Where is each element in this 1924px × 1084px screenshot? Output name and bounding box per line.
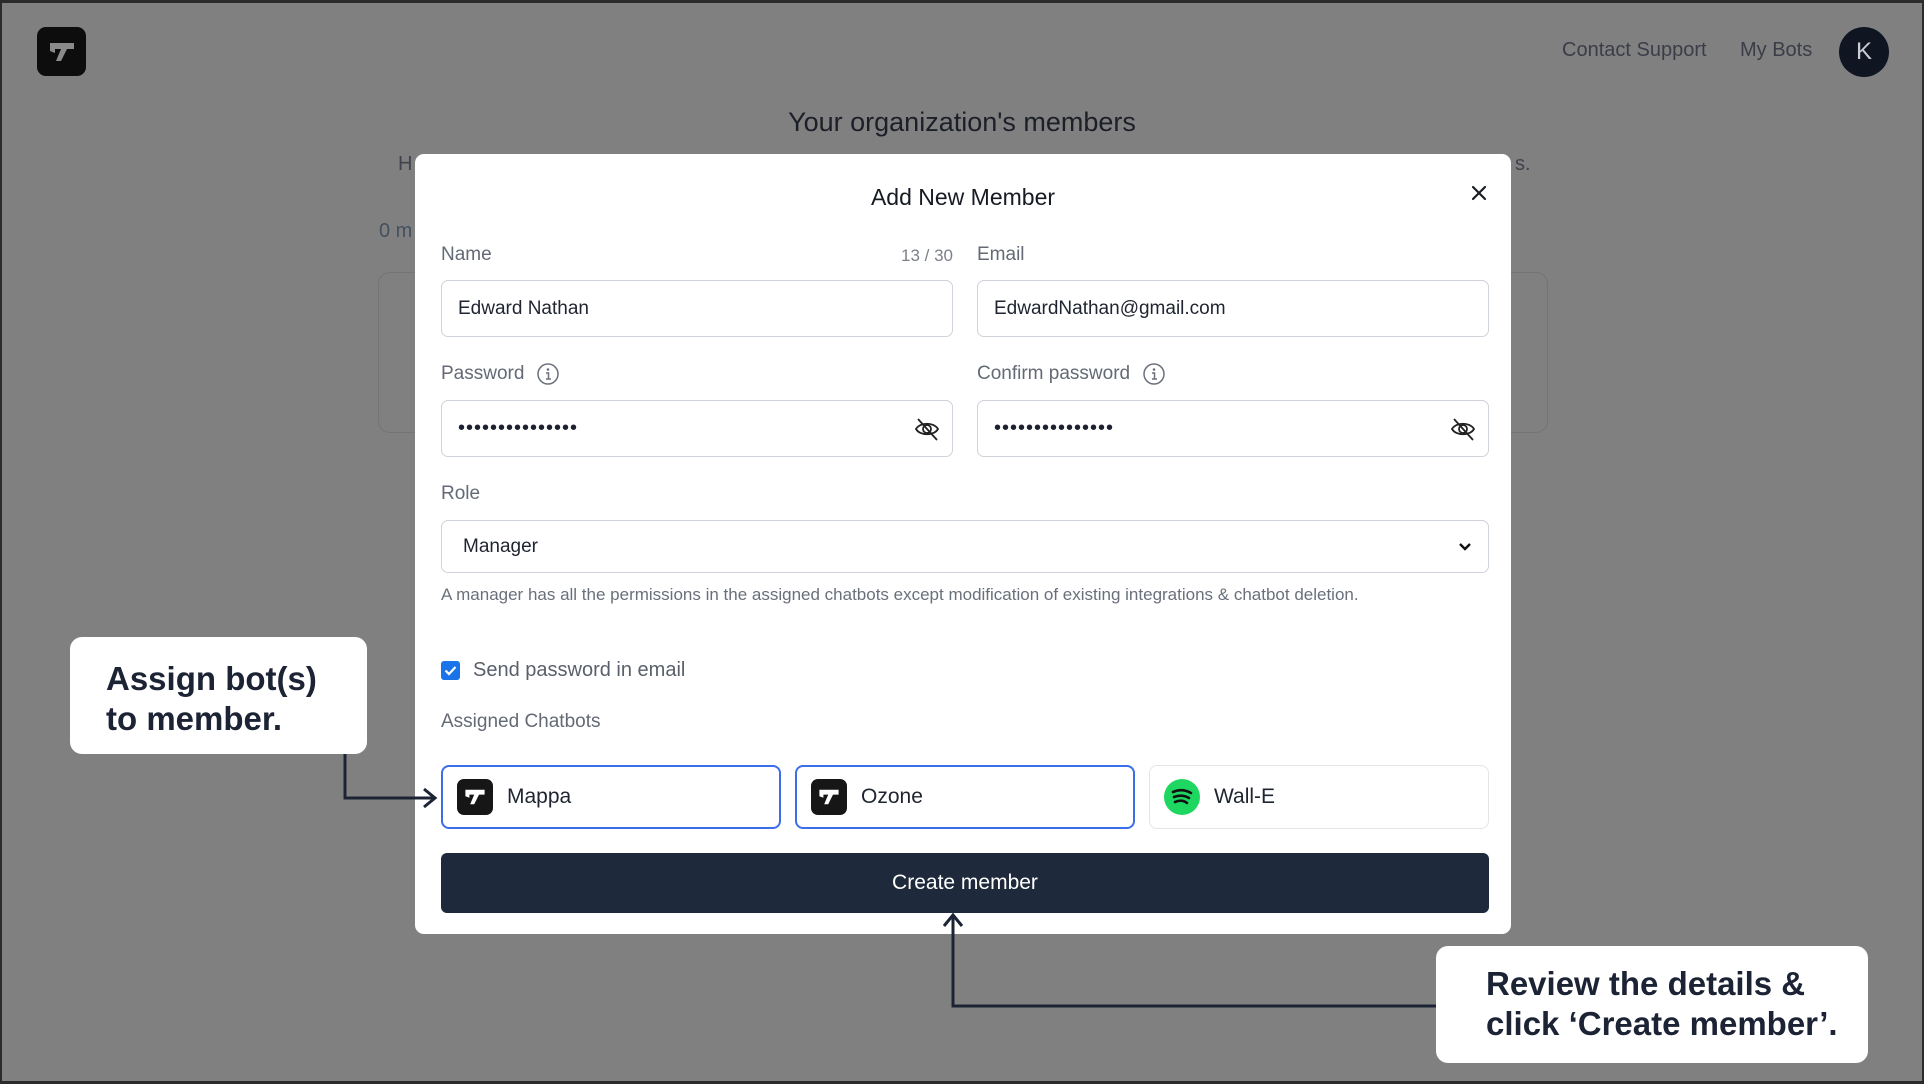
review-details-callout: Review the details & click ‘Create membe…	[1436, 946, 1868, 1063]
app-window: Contact Support My Bots K Your organizat…	[2, 3, 1922, 1081]
annotation-connectors	[335, 690, 1471, 1016]
assign-bots-callout: Assign bot(s) to member.	[70, 637, 367, 754]
review-connector	[942, 912, 1461, 1008]
review-connector-line	[951, 916, 1461, 1008]
